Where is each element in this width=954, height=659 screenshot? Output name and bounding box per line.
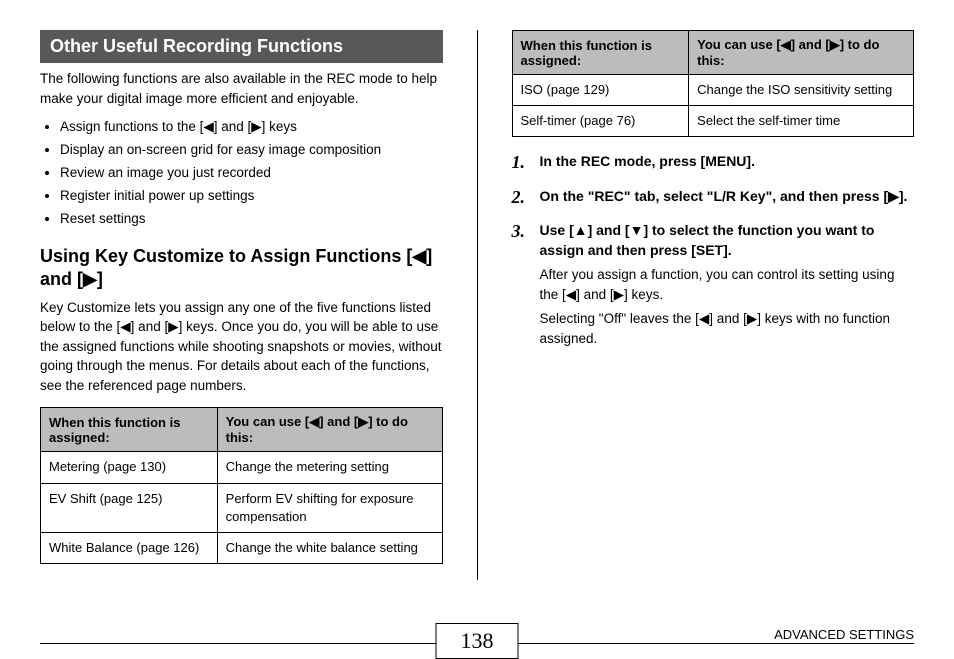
step-head: In the REC mode, press [MENU].	[540, 153, 755, 169]
step-head: On the "REC" tab, select "L/R Key", and …	[540, 188, 908, 204]
table-row: Metering (page 130) Change the metering …	[41, 452, 443, 483]
page-number: 138	[436, 623, 519, 659]
bullet-list: Assign functions to the [◀] and [▶] keys…	[40, 116, 443, 231]
step-item: On the "REC" tab, select "L/R Key", and …	[512, 186, 915, 206]
step-body: Selecting "Off" leaves the [◀] and [▶] k…	[540, 309, 915, 350]
cell: Change the metering setting	[217, 452, 442, 483]
step-list: In the REC mode, press [MENU]. On the "R…	[512, 151, 915, 349]
list-item: Assign functions to the [◀] and [▶] keys	[60, 116, 443, 139]
table-header-b: You can use [◀] and [▶] to do this:	[217, 408, 442, 452]
intro-text: The following functions are also availab…	[40, 69, 443, 108]
subheading: Using Key Customize to Assign Functions …	[40, 245, 443, 292]
table-row: When this function is assigned: You can …	[41, 408, 443, 452]
right-column: When this function is assigned: You can …	[512, 30, 915, 580]
left-column: Other Useful Recording Functions The fol…	[40, 30, 443, 580]
table-header-b: You can use [◀] and [▶] to do this:	[689, 31, 914, 75]
cell: Self-timer (page 76)	[512, 106, 689, 137]
step-item: In the REC mode, press [MENU].	[512, 151, 915, 171]
table-row: ISO (page 129) Change the ISO sensitivit…	[512, 75, 914, 106]
function-table-left: When this function is assigned: You can …	[40, 407, 443, 564]
list-item: Register initial power up settings	[60, 185, 443, 208]
list-item: Display an on-screen grid for easy image…	[60, 139, 443, 162]
cell: Perform EV shifting for exposure compens…	[217, 483, 442, 532]
cell: ISO (page 129)	[512, 75, 689, 106]
list-item: Reset settings	[60, 208, 443, 231]
document-page: Other Useful Recording Functions The fol…	[0, 0, 954, 646]
step-head: Use [▲] and [▼] to select the function y…	[540, 222, 875, 258]
cell: Select the self-timer time	[689, 106, 914, 137]
cell: Change the white balance setting	[217, 532, 442, 563]
sub-intro: Key Customize lets you assign any one of…	[40, 298, 443, 396]
cell: White Balance (page 126)	[41, 532, 218, 563]
column-divider	[477, 30, 478, 580]
list-item: Review an image you just recorded	[60, 162, 443, 185]
section-banner: Other Useful Recording Functions	[40, 30, 443, 63]
table-row: When this function is assigned: You can …	[512, 31, 914, 75]
cell: Metering (page 130)	[41, 452, 218, 483]
table-row: EV Shift (page 125) Perform EV shifting …	[41, 483, 443, 532]
footer-section-label: ADVANCED SETTINGS	[774, 627, 914, 642]
table-header-a: When this function is assigned:	[41, 408, 218, 452]
table-row: Self-timer (page 76) Select the self-tim…	[512, 106, 914, 137]
function-table-right: When this function is assigned: You can …	[512, 30, 915, 137]
cell: EV Shift (page 125)	[41, 483, 218, 532]
table-row: White Balance (page 126) Change the whit…	[41, 532, 443, 563]
two-column-layout: Other Useful Recording Functions The fol…	[40, 30, 914, 580]
page-footer: ADVANCED SETTINGS 138	[40, 623, 914, 624]
step-body: After you assign a function, you can con…	[540, 265, 915, 306]
table-header-a: When this function is assigned:	[512, 31, 689, 75]
cell: Change the ISO sensitivity setting	[689, 75, 914, 106]
step-item: Use [▲] and [▼] to select the function y…	[512, 220, 915, 350]
